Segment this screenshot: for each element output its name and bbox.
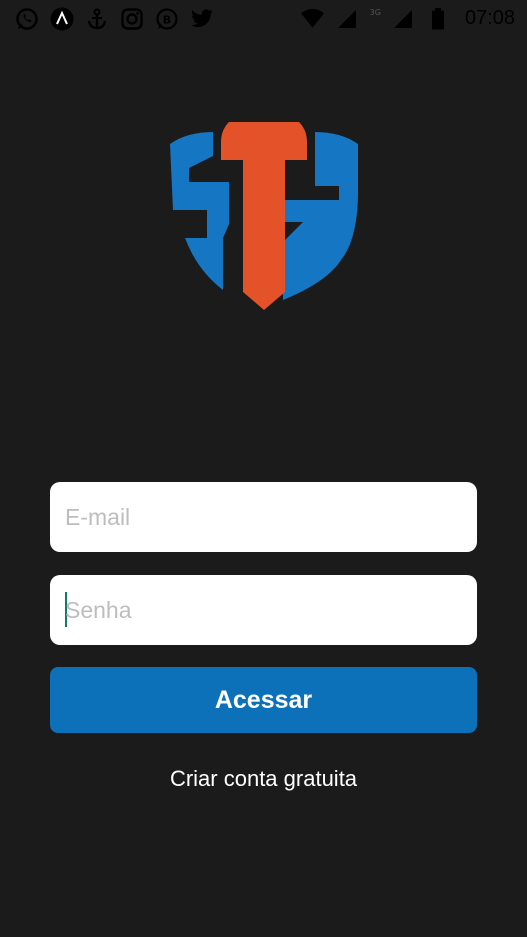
svg-text:B: B [162, 13, 170, 26]
network-type-label: 3G [369, 8, 381, 17]
twitter-icon [189, 6, 214, 31]
shield-st-logo [167, 120, 361, 312]
password-input[interactable] [65, 575, 465, 645]
status-bar: B 3G 07:08 [0, 0, 527, 36]
password-field[interactable] [50, 575, 477, 645]
email-input[interactable] [65, 482, 465, 552]
wifi-icon [300, 6, 325, 31]
status-time: 07:08 [464, 7, 515, 29]
instagram-icon [119, 6, 144, 31]
signal-icon-secondary [391, 6, 416, 31]
system-icons: 3G 07:08 [300, 6, 515, 31]
login-screen: B 3G 07:08 E-mail Acessar Criar conta gr… [0, 0, 527, 937]
battery-icon [426, 6, 451, 31]
create-account-link[interactable]: Criar conta gratuita [0, 766, 527, 792]
notification-icons: B [14, 6, 214, 31]
app-a-icon [49, 6, 74, 31]
shield-left-part [170, 132, 229, 290]
anchor-icon [84, 6, 109, 31]
whatsapp-icon [14, 6, 39, 31]
email-field[interactable] [50, 482, 477, 552]
login-button[interactable]: Acessar [50, 667, 477, 733]
signal-icon [335, 6, 360, 31]
b-messenger-icon: B [154, 6, 179, 31]
